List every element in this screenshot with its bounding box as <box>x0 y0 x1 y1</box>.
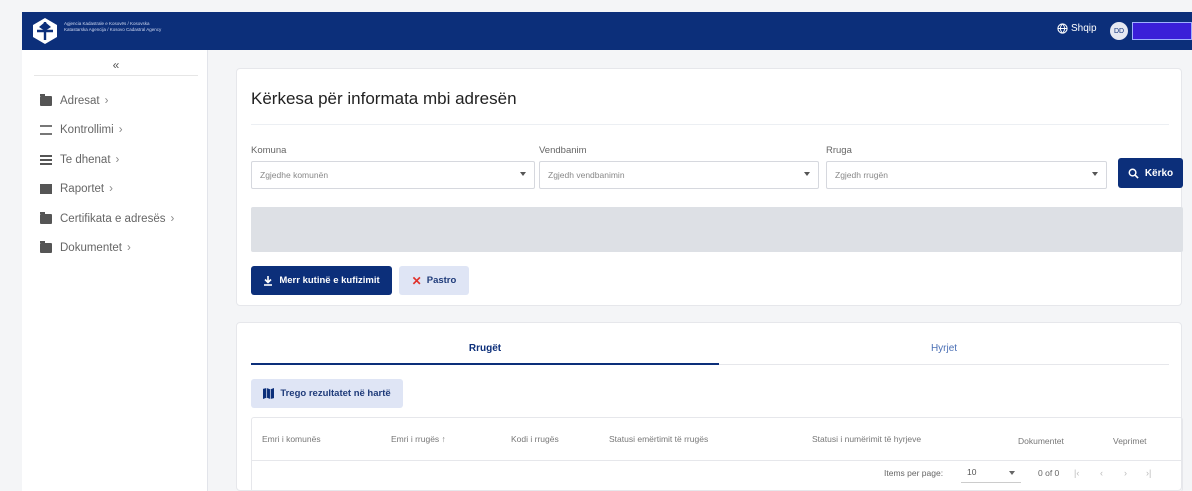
agency-logo-icon <box>33 18 57 44</box>
get-boundary-button[interactable]: Merr kutinë e kufizimit <box>251 266 392 295</box>
globe-icon <box>1057 23 1068 34</box>
list-icon <box>40 154 52 165</box>
chevron-right-icon: › <box>118 124 123 137</box>
chevron-down-icon <box>1009 471 1015 475</box>
items-per-page-value: 10 <box>967 467 977 477</box>
first-page-icon[interactable]: |‹ <box>1074 468 1079 478</box>
sidebar-item-label: Raportet <box>60 183 105 196</box>
sidebar-collapse-button[interactable]: « <box>34 56 198 76</box>
sidebar-item-te-dhenat[interactable]: Te dhenat › <box>40 145 174 175</box>
results-card: Rrugët Hyrjet Trego rezultatet në hartë … <box>236 322 1183 491</box>
rruga-label: Rruga <box>826 145 852 156</box>
page-title: Kërkesa për informata mbi adresën <box>251 89 517 108</box>
column-header[interactable]: Veprimet <box>1113 436 1147 446</box>
tab-divider <box>719 364 1169 365</box>
next-page-icon[interactable]: › <box>1124 468 1127 478</box>
tab-hyrjet[interactable]: Hyrjet <box>719 343 1169 354</box>
get-boundary-label: Merr kutinë e kufizimit <box>279 275 380 286</box>
search-card: Kërkesa për informata mbi adresën Komuna… <box>236 68 1183 306</box>
clear-button-label: Pastro <box>426 275 457 286</box>
language-label: Shqip <box>1071 23 1097 34</box>
sidebar-item-label: Kontrollimi <box>60 124 114 137</box>
chevron-right-icon: › <box>109 183 113 196</box>
close-icon: ✕ <box>411 273 422 288</box>
sidebar-item-kontrollimi[interactable]: Kontrollimi › <box>40 116 174 146</box>
chevron-down-icon <box>1092 172 1098 176</box>
sidebar-item-raportet[interactable]: Raportet › <box>40 175 174 205</box>
komuna-label: Komuna <box>251 145 287 156</box>
column-header[interactable]: Statusi emërtimit të rrugës <box>609 434 708 444</box>
sidebar-item-label: Certifikata e adresës <box>60 212 166 225</box>
sidebar-item-label: Dokumentet <box>60 242 123 255</box>
folder-icon <box>40 211 52 224</box>
sidebar: « Adresat › Kontrollimi › Te dhenat › Ra… <box>22 50 208 491</box>
column-header[interactable]: Dokumentet <box>1018 436 1064 446</box>
map-icon <box>263 388 275 399</box>
search-button-label: Kërko <box>1144 167 1174 179</box>
active-tab-indicator <box>251 363 719 365</box>
agency-name: Agjencia Kadastrale e Kosovës / Kosovska… <box>64 21 162 32</box>
user-menu[interactable] <box>1132 22 1192 40</box>
komuna-placeholder: Zgjedhe komunën <box>260 170 329 180</box>
search-icon <box>1128 168 1139 179</box>
search-button[interactable]: Kërko <box>1118 158 1183 188</box>
clear-button[interactable]: ✕ Pastro <box>399 266 469 295</box>
folder-icon <box>40 93 52 106</box>
prev-page-icon[interactable]: ‹ <box>1100 468 1103 478</box>
chevron-right-icon: › <box>104 94 109 107</box>
items-per-page-label: Items per page: <box>884 468 944 478</box>
boundary-display-box <box>251 207 1183 252</box>
rruga-select[interactable]: Zgjedh rrugën <box>826 161 1107 189</box>
rruga-placeholder: Zgjedh rrugën <box>835 170 888 180</box>
column-header[interactable]: Emri i rrugës ↑ <box>391 434 446 444</box>
chevron-down-icon <box>520 172 526 176</box>
download-icon <box>264 275 273 286</box>
sidebar-item-adresat[interactable]: Adresat › <box>40 86 174 116</box>
results-table: Emri i komunës Emri i rrugës ↑ Kodi i rr… <box>251 417 1183 491</box>
sidebar-item-label: Te dhenat <box>60 153 111 166</box>
show-on-map-label: Trego rezultatet në hartë <box>280 388 391 399</box>
column-header[interactable]: Statusi i numërimit të hyrjeve <box>812 434 921 444</box>
vendbanim-label: Vendbanim <box>539 145 587 156</box>
tab-rruget[interactable]: Rrugët <box>251 343 719 354</box>
sidebar-nav: Adresat › Kontrollimi › Te dhenat › Rapo… <box>40 86 174 263</box>
top-bar: Agjencia Kadastrale e Kosovës / Kosovska… <box>22 12 1192 50</box>
vendbanim-placeholder: Zgjedh vendbanimin <box>548 170 625 180</box>
last-page-icon[interactable]: ›| <box>1146 468 1151 478</box>
folder-icon <box>40 241 52 254</box>
items-per-page-select[interactable]: 10 <box>961 463 1021 483</box>
chart-icon <box>40 184 52 195</box>
filter-icon <box>40 125 52 136</box>
page-range-label: 0 of 0 <box>1038 468 1060 478</box>
sidebar-item-certifikata[interactable]: Certifikata e adresës › <box>40 204 174 234</box>
chevron-right-icon: › <box>170 212 175 225</box>
sidebar-item-label: Adresat <box>60 94 100 107</box>
chevron-right-icon: › <box>115 153 120 166</box>
column-header[interactable]: Kodi i rrugës <box>511 434 559 444</box>
chevron-right-icon: › <box>127 242 131 255</box>
language-selector[interactable]: Shqip <box>1057 23 1097 34</box>
show-on-map-button[interactable]: Trego rezultatet në hartë <box>251 379 403 408</box>
chevron-down-icon <box>804 172 810 176</box>
column-header[interactable]: Emri i komunës <box>262 434 321 444</box>
table-divider <box>252 460 1182 461</box>
divider <box>251 124 1169 125</box>
sidebar-item-dokumentet[interactable]: Dokumentet › <box>40 234 174 264</box>
vendbanim-select[interactable]: Zgjedh vendbanimin <box>539 161 819 189</box>
user-avatar[interactable]: DD <box>1110 22 1128 40</box>
komuna-select[interactable]: Zgjedhe komunën <box>251 161 535 189</box>
